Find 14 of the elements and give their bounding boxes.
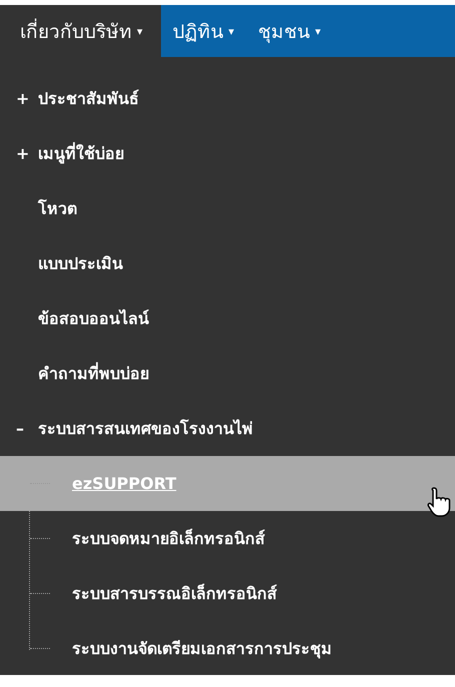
nav-tab[interactable]: เกี่ยวกับบริษัท ▾ — [0, 5, 161, 57]
submenu-item[interactable]: ระบบสารบรรณอิเล็กทรอนิกส์ — [72, 581, 277, 606]
menu-item[interactable]: + เมนูที่ใช้บ่อย — [0, 126, 455, 181]
submenu-item[interactable]: ระบบงานจัดเตรียมเอกสารการประชุม — [72, 636, 332, 661]
menu-item[interactable]: + ประชาสัมพันธ์ — [0, 71, 455, 126]
menu-item[interactable]: แบบประเมิน — [0, 236, 455, 291]
menu-item[interactable]: โหวต — [0, 181, 455, 236]
submenu-item[interactable]: ระบบจดหมายอิเล็กทรอนิกส์ — [72, 526, 265, 551]
nav-tab[interactable]: ชุมชน ▾ — [246, 5, 333, 57]
nav-tab[interactable]: ปฏิทิน ▾ — [160, 5, 246, 57]
menu-item[interactable]: คำถามที่พบบ่อย — [0, 346, 455, 401]
menu-item[interactable]: – ระบบสารสนเทศของโรงงานไพ่ — [0, 401, 455, 456]
hand-cursor-icon — [427, 486, 453, 518]
menu-item[interactable]: ข้อสอบออนไลน์ — [0, 291, 455, 346]
